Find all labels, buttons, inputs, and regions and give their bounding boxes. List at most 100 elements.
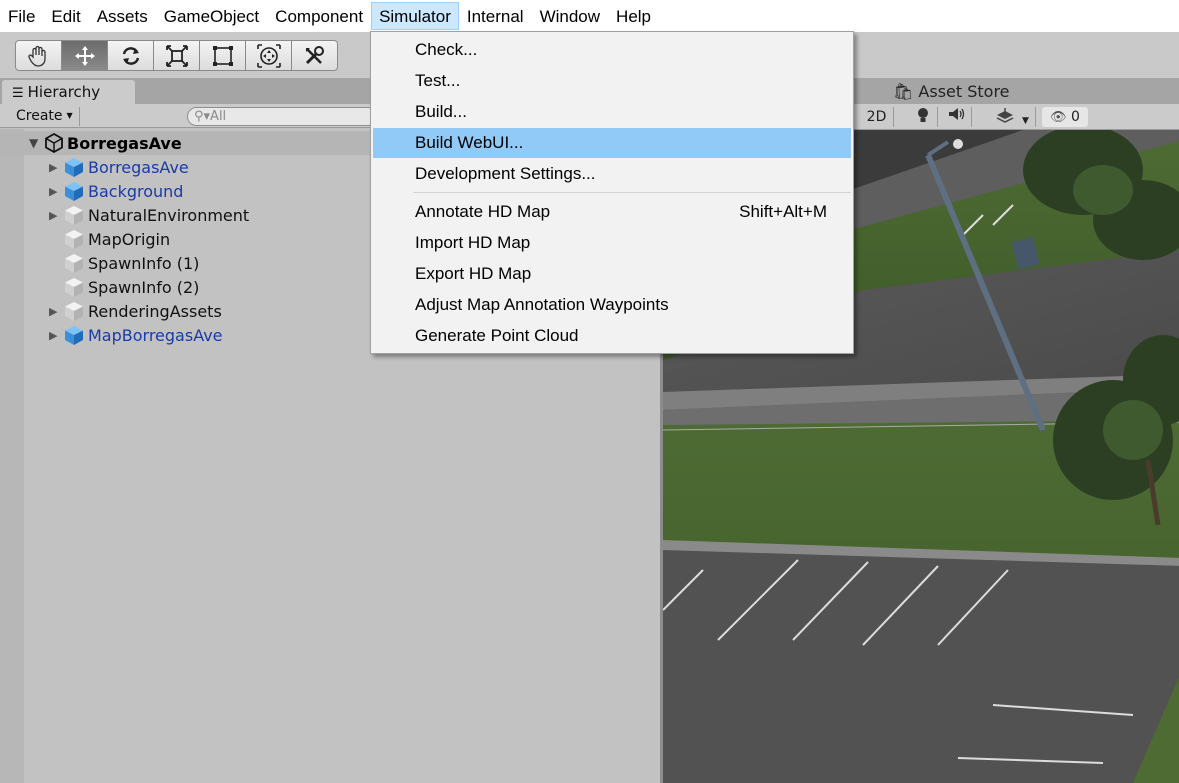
simulator-menu-item[interactable]: Development Settings... xyxy=(373,159,851,189)
menu-item-label: Generate Point Cloud xyxy=(415,326,579,345)
rotate-tool-button[interactable] xyxy=(107,40,154,71)
scale-icon xyxy=(165,44,188,67)
menu-item-label: Export HD Map xyxy=(415,264,532,283)
menu-item-label: Check... xyxy=(415,40,478,59)
audio-toggle-button[interactable] xyxy=(942,107,972,127)
gameobject-cube-icon xyxy=(65,278,83,297)
menu-item-label: Annotate HD Map xyxy=(415,202,551,221)
prefab-cube-icon xyxy=(65,182,83,201)
hierarchy-row[interactable]: ▶SpawnInfo (2) xyxy=(0,275,199,299)
collapse-arrow-icon[interactable]: ▼ xyxy=(29,136,43,150)
expand-arrow-icon[interactable]: ▶ xyxy=(49,305,63,318)
lightbulb-icon xyxy=(917,108,928,122)
simulator-menu-item[interactable]: Export HD Map xyxy=(373,259,851,289)
eye-slash-icon: 👁 xyxy=(1050,110,1067,125)
dropdown-caret-icon: ▼ xyxy=(66,111,73,120)
prefab-cube-icon xyxy=(65,158,83,177)
hierarchy-row[interactable]: ▶ RenderingAssets xyxy=(0,299,222,323)
menu-gameobject[interactable]: GameObject xyxy=(156,2,267,30)
hierarchy-search-input[interactable]: ⚲▾All xyxy=(187,107,377,126)
simulator-menu-item[interactable]: Generate Point Cloud xyxy=(373,321,851,351)
hierarchy-row-label: Background xyxy=(88,181,184,201)
shopping-bag-icon: 🛍 xyxy=(893,82,914,101)
create-button[interactable]: Create ▼ xyxy=(8,107,80,126)
simulator-menu-item[interactable]: Check... xyxy=(373,35,851,65)
menu-assets[interactable]: Assets xyxy=(89,2,156,30)
simulator-menu-item[interactable]: Adjust Map Annotation Waypoints xyxy=(373,290,851,320)
menu-item-label: Build WebUI... xyxy=(415,133,524,152)
hierarchy-tab-label: Hierarchy xyxy=(27,83,101,101)
simulator-menu-item[interactable]: Import HD Map xyxy=(373,228,851,258)
hierarchy-row-label: RenderingAssets xyxy=(88,301,222,321)
transform-tool-group xyxy=(15,40,338,71)
simulator-menu-item[interactable]: Test... xyxy=(373,66,851,96)
move-icon xyxy=(74,45,95,66)
asset-store-label: Asset Store xyxy=(918,82,1010,101)
hierarchy-row-label: NaturalEnvironment xyxy=(88,205,250,225)
menu-file[interactable]: File xyxy=(0,2,43,30)
hierarchy-row-label: MapOrigin xyxy=(88,229,171,249)
menu-component[interactable]: Component xyxy=(267,2,371,30)
unity-scene-icon xyxy=(45,132,63,154)
hierarchy-row[interactable]: ▶ BorregasAve xyxy=(0,155,189,179)
transform-tool-button[interactable] xyxy=(245,40,292,71)
create-label: Create xyxy=(16,108,63,124)
simulator-menu-item[interactable]: Build WebUI... xyxy=(373,128,851,158)
search-placeholder: All xyxy=(210,109,227,124)
menu-item-label: Development Settings... xyxy=(415,164,596,183)
simulator-menu-dropdown: Check... Test... Build... Build WebUI... Dev… xyxy=(370,31,854,354)
scale-tool-button[interactable] xyxy=(153,40,200,71)
custom-tool-icon xyxy=(305,45,324,64)
gameobject-cube-icon xyxy=(65,254,83,273)
rotate-icon xyxy=(122,46,139,65)
scene-name: BorregasAve xyxy=(67,133,182,153)
menu-simulator[interactable]: Simulator xyxy=(371,2,459,30)
lighting-toggle-button[interactable] xyxy=(908,107,938,127)
hierarchy-row-label: SpawnInfo (2) xyxy=(88,277,200,297)
rect-tool-button[interactable] xyxy=(199,40,246,71)
menu-edit[interactable]: Edit xyxy=(43,2,88,30)
menu-item-label: Adjust Map Annotation Waypoints xyxy=(415,295,669,314)
menu-help[interactable]: Help xyxy=(608,2,659,30)
speaker-icon xyxy=(948,108,964,120)
gameobject-cube-icon xyxy=(65,230,83,249)
menu-separator xyxy=(413,192,851,193)
rect-icon xyxy=(212,45,233,66)
move-tool-button[interactable] xyxy=(61,40,108,71)
expand-arrow-icon[interactable]: ▶ xyxy=(49,329,63,342)
hierarchy-row[interactable]: ▶ NaturalEnvironment xyxy=(0,203,249,227)
hand-tool-button[interactable] xyxy=(15,40,62,71)
expand-arrow-icon[interactable]: ▶ xyxy=(49,185,63,198)
expand-arrow-icon[interactable]: ▶ xyxy=(49,209,63,222)
simulator-menu-item[interactable]: Build... xyxy=(373,97,851,127)
gameobject-cube-icon xyxy=(65,206,83,225)
hierarchy-row-label: BorregasAve xyxy=(88,157,189,177)
chevron-down-icon: ▼ xyxy=(1022,116,1029,126)
simulator-menu-item[interactable]: Annotate HD Map Shift+Alt+M xyxy=(373,197,851,227)
hierarchy-row[interactable]: ▶ Background xyxy=(0,179,183,203)
expand-arrow-icon[interactable]: ▶ xyxy=(49,161,63,174)
effects-dropdown[interactable]: ▼ xyxy=(984,107,1036,127)
menu-item-label: Import HD Map xyxy=(415,233,531,252)
hierarchy-row[interactable]: ▶ MapBorregasAve xyxy=(0,323,223,347)
hidden-count: 0 xyxy=(1071,109,1080,125)
hand-icon xyxy=(27,45,46,67)
tab-hierarchy[interactable]: ☰ Hierarchy xyxy=(2,80,135,104)
prefab-cube-icon xyxy=(65,326,83,345)
menu-internal[interactable]: Internal xyxy=(459,2,532,30)
hidden-objects-toggle[interactable]: 👁 0 xyxy=(1042,107,1088,127)
menu-item-label: Build... xyxy=(415,102,467,121)
toggle-2d-button[interactable]: 2D xyxy=(860,107,894,127)
menu-bar: File Edit Assets GameObject Component Si… xyxy=(0,0,1179,32)
hierarchy-row[interactable]: ▶MapOrigin xyxy=(0,227,170,251)
effects-icon xyxy=(996,108,1014,123)
menu-window[interactable]: Window xyxy=(532,2,608,30)
menu-item-label: Test... xyxy=(415,71,461,90)
hierarchy-row[interactable]: ▶SpawnInfo (1) xyxy=(0,251,199,275)
hierarchy-row-label: MapBorregasAve xyxy=(88,325,223,345)
custom-tool-button[interactable] xyxy=(291,40,338,71)
search-icon: ⚲▾ xyxy=(194,109,211,124)
list-icon: ☰ xyxy=(12,86,24,101)
gameobject-cube-icon xyxy=(65,302,83,321)
tab-asset-store[interactable]: 🛍 Asset Store xyxy=(893,80,1010,104)
